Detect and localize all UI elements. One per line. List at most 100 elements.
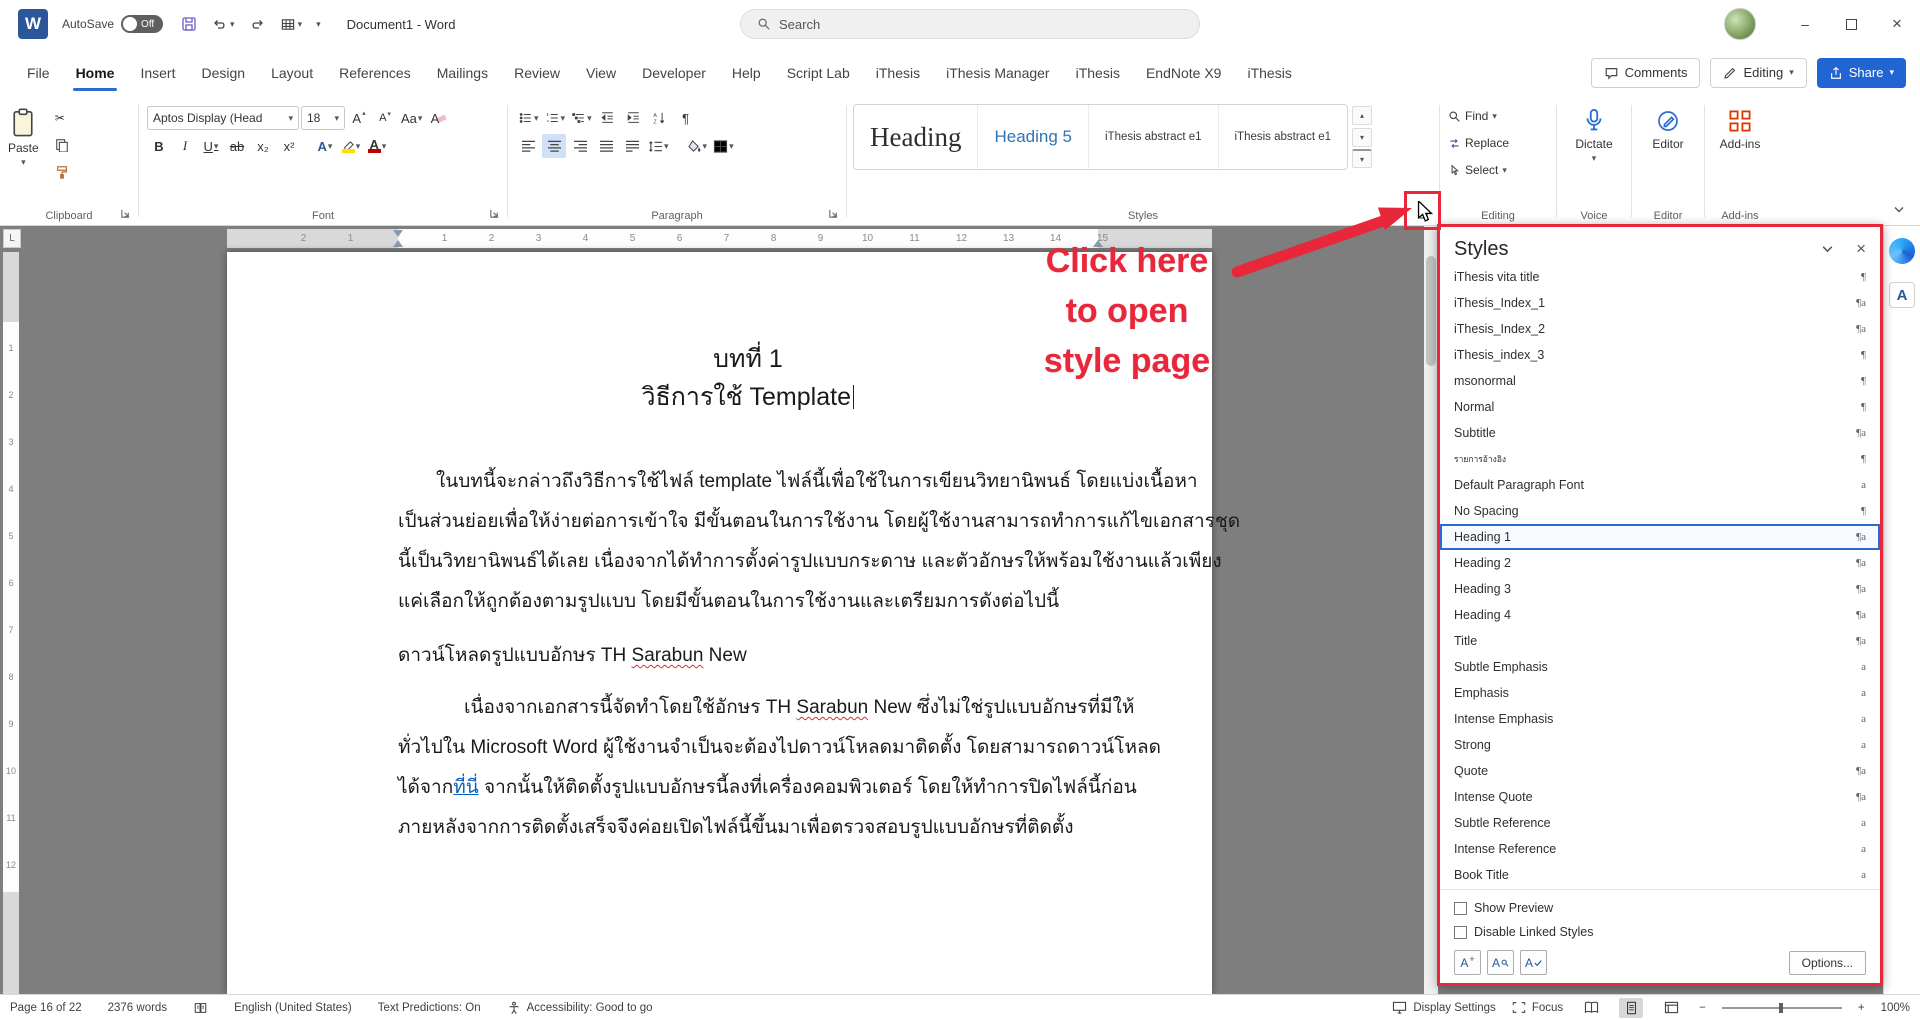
style-item[interactable]: msonormal ¶ (1440, 368, 1880, 394)
borders-button[interactable]: ▾ (711, 134, 736, 158)
style-item[interactable]: Book Title a (1440, 862, 1880, 888)
ruler-tab-selector[interactable]: L (3, 229, 21, 248)
style-item[interactable]: Intense Emphasis a (1440, 706, 1880, 732)
editor-pane-icon[interactable]: A (1889, 282, 1915, 308)
style-preview-heading[interactable]: Heading (854, 105, 979, 169)
style-item[interactable]: รายการอ้างอิง ¶ (1440, 446, 1880, 472)
text-effects-button[interactable]: A ▾ (313, 134, 337, 158)
redo-button[interactable] (249, 17, 266, 32)
font-name-combo[interactable]: Aptos Display (Head ▾ (147, 106, 299, 130)
close-button[interactable]: × (1874, 0, 1920, 48)
font-color-button[interactable]: A ▾ (365, 134, 389, 158)
sort-button[interactable]: AZ (648, 106, 672, 130)
hanging-indent-marker[interactable] (393, 240, 403, 247)
ribbon-tab[interactable]: Help (719, 48, 774, 97)
replace-button[interactable]: Replace (1444, 131, 1552, 155)
paragraph-dialog-launcher[interactable] (826, 206, 841, 221)
ribbon-tab[interactable]: EndNote X9 (1133, 48, 1235, 97)
manage-styles-button[interactable]: A (1520, 950, 1547, 975)
ribbon-tab[interactable]: Review (501, 48, 573, 97)
style-item[interactable]: Default Paragraph Font a (1440, 472, 1880, 498)
ribbon-tab[interactable]: File (14, 48, 63, 97)
copilot-icon[interactable] (1889, 238, 1915, 264)
grow-font-button[interactable]: A ▴ (347, 106, 371, 130)
editor-button[interactable]: Editor (1632, 104, 1704, 155)
ribbon-tab[interactable]: iThesis (863, 48, 933, 97)
style-preview-ithesis-abstract-1[interactable]: iThesis abstract e1 (1089, 105, 1219, 169)
style-item[interactable]: No Spacing ¶ (1440, 498, 1880, 524)
gallery-down-button[interactable]: ▾ (1352, 127, 1373, 147)
distribute-button[interactable] (620, 134, 644, 158)
style-item[interactable]: Emphasis a (1440, 680, 1880, 706)
checkbox[interactable] (1454, 925, 1467, 939)
vertical-ruler[interactable]: 1 2 3 4 5 6 7 8 9 10 11 12 (3, 252, 19, 994)
style-item[interactable]: Title ¶a (1440, 628, 1880, 654)
zoom-slider-knob[interactable] (1778, 1002, 1783, 1013)
style-item[interactable]: iThesis vita title ¶ (1440, 271, 1880, 290)
ribbon-tab[interactable]: Developer (629, 48, 719, 97)
superscript-button[interactable]: x² (277, 134, 301, 158)
accessibility-status[interactable]: Accessibility: Good to go (507, 1001, 653, 1015)
increase-indent-button[interactable] (622, 106, 646, 130)
justify-button[interactable] (594, 134, 618, 158)
search-input[interactable]: Search (740, 9, 1200, 39)
shrink-font-button[interactable]: A ▾ (373, 106, 397, 130)
customize-qat-button[interactable]: ▾ (316, 19, 321, 29)
subscript-button[interactable]: x₂ (251, 134, 275, 158)
ribbon-tab[interactable]: Script Lab (774, 48, 863, 97)
checkbox[interactable] (1454, 901, 1467, 915)
disable-linked-styles-checkbox[interactable]: Disable Linked Styles (1454, 920, 1866, 944)
undo-button[interactable]: ▾ (211, 17, 235, 32)
style-preview-ithesis-abstract-2[interactable]: iThesis abstract e1 (1219, 105, 1348, 169)
print-layout-button[interactable] (1619, 997, 1644, 1018)
ribbon-tab[interactable]: Mailings (424, 48, 501, 97)
style-item[interactable]: Quote ¶a (1440, 758, 1880, 784)
word-count[interactable]: 2376 words (108, 1002, 167, 1014)
style-item[interactable]: Strong a (1440, 732, 1880, 758)
style-item[interactable]: Subtle Emphasis a (1440, 654, 1880, 680)
text-predictions[interactable]: Text Predictions: On (378, 1002, 481, 1014)
dictate-button[interactable]: Dictate ▾ (1557, 104, 1631, 167)
focus-button[interactable]: Focus (1512, 1001, 1563, 1014)
numbering-button[interactable]: ▾ (543, 106, 568, 130)
editing-mode-dropdown[interactable]: Editing ▾ (1710, 57, 1807, 88)
table-tool-button[interactable]: ▾ (280, 17, 302, 32)
ribbon-tab[interactable]: iThesis Manager (933, 48, 1063, 97)
hyperlink[interactable]: ที่นี่ (453, 777, 479, 798)
collapse-ribbon-button[interactable] (1891, 202, 1906, 217)
proofing-status[interactable] (193, 1001, 208, 1015)
copy-button[interactable] (51, 133, 73, 157)
save-button[interactable] (181, 16, 197, 32)
show-paragraph-marks-button[interactable]: ¶ (674, 106, 698, 130)
font-size-combo[interactable]: 18 ▾ (301, 106, 345, 130)
clipboard-dialog-launcher[interactable] (118, 206, 133, 221)
align-center-button[interactable] (542, 134, 566, 158)
addins-button[interactable]: Add-ins (1705, 104, 1775, 155)
page-indicator[interactable]: Page 16 of 22 (10, 1002, 82, 1014)
line-spacing-button[interactable]: ▾ (646, 134, 671, 158)
find-button[interactable]: Find ▾ (1444, 104, 1552, 128)
autosave-toggle[interactable]: Off (121, 15, 164, 33)
language-indicator[interactable]: English (United States) (234, 1002, 352, 1014)
ribbon-tab[interactable]: Home (63, 48, 128, 97)
style-inspector-button[interactable]: A (1487, 950, 1514, 975)
style-preview-heading5[interactable]: Heading 5 (978, 105, 1089, 169)
ribbon-tab[interactable]: References (326, 48, 424, 97)
shading-button[interactable]: ▾ (685, 134, 710, 158)
ribbon-tab[interactable]: Layout (258, 48, 326, 97)
first-line-indent-marker[interactable] (393, 230, 403, 237)
ribbon-tab[interactable]: Insert (127, 48, 188, 97)
share-button[interactable]: Share ▾ (1816, 57, 1906, 88)
font-dialog-launcher[interactable] (487, 206, 502, 221)
word-logo-icon[interactable]: W (18, 9, 48, 39)
web-layout-button[interactable] (1659, 998, 1683, 1018)
display-settings-button[interactable]: Display Settings (1392, 1001, 1496, 1014)
ribbon-tab[interactable]: iThesis (1063, 48, 1133, 97)
ribbon-tab[interactable]: Design (188, 48, 258, 97)
zoom-slider[interactable] (1721, 1002, 1842, 1013)
style-item[interactable]: Subtle Reference a (1440, 810, 1880, 836)
underline-button[interactable]: U ▾ (199, 134, 223, 158)
ribbon-tab[interactable]: View (573, 48, 629, 97)
zoom-in-button[interactable]: + (1858, 1002, 1865, 1014)
show-preview-checkbox[interactable]: Show Preview (1454, 896, 1866, 920)
